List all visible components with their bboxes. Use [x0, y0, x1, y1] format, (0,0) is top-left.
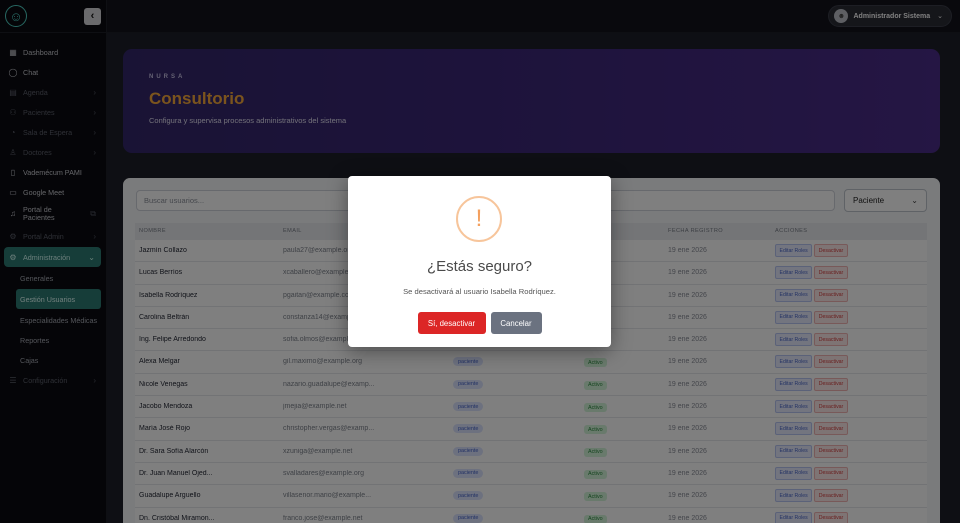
dialog-message: Se desactivará al usuario Isabella Rodrí… — [403, 287, 556, 296]
confirm-dialog: ! ¿Estás seguro? Se desactivará al usuar… — [348, 176, 611, 347]
dialog-title: ¿Estás seguro? — [426, 258, 533, 275]
confirm-deactivate-button[interactable]: Sí, desactivar — [417, 312, 486, 334]
cancel-button[interactable]: Cancelar — [490, 312, 542, 334]
dialog-actions: Sí, desactivar Cancelar — [348, 312, 611, 334]
warning-icon: ! — [456, 196, 502, 242]
